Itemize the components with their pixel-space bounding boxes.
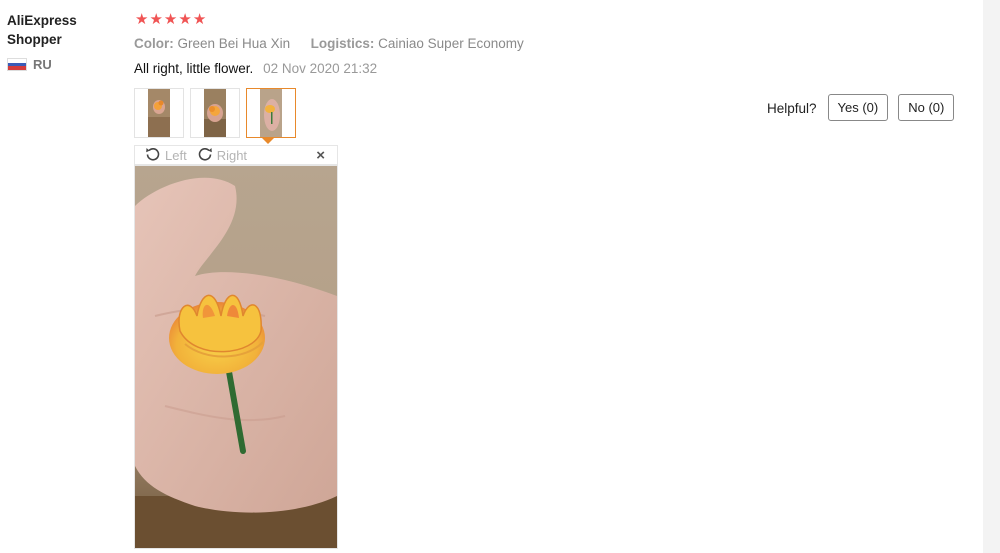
rotate-right-label: Right [216,147,248,163]
rotate-left-button[interactable]: Left [145,146,187,165]
close-viewer-button[interactable]: × [316,147,325,164]
helpful-label: Helpful? [767,101,817,116]
attr-value-color: Green Bei Hua Xin [177,36,291,51]
review-content: All right, little flower. 02 Nov 2020 21… [134,61,377,76]
rotate-left-icon [145,146,161,165]
helpful-yes-button[interactable]: Yes (0) [827,94,889,121]
review-thumbnail[interactable] [190,88,240,138]
helpful-no-button[interactable]: No (0) [898,94,955,121]
rotate-left-label: Left [165,147,187,163]
buyer-country: RU [7,57,52,72]
star-icon: ★ [178,11,192,28]
star-icon: ★ [135,11,149,28]
rating-stars: ★ ★ ★ ★ ★ [135,11,206,29]
rotate-right-button[interactable]: Right [197,146,247,165]
scrollbar-track[interactable] [983,0,1000,553]
flower-in-hand-photo [135,166,337,548]
star-icon: ★ [192,11,207,28]
review-attributes: Color: Green Bei Hua Xin Logistics: Cain… [134,36,524,51]
attr-value-logistics: Cainiao Super Economy [378,36,524,51]
review-thumbnails [134,88,296,138]
attr-label-logistics: Logistics: [310,36,375,51]
attr-label-color: Color: [134,36,174,51]
star-icon: ★ [149,11,163,28]
active-thumbnail-pointer [262,138,274,144]
review-thumbnail-selected[interactable] [246,88,296,138]
review-thumbnail[interactable] [134,88,184,138]
helpful-section: Helpful? Yes (0) No (0) [767,94,955,121]
review-photo-large [134,165,338,549]
russia-flag-icon [7,58,27,71]
star-icon: ★ [163,11,178,28]
rotate-right-icon [197,146,213,165]
review-text: All right, little flower. [134,61,254,76]
review-date: 02 Nov 2020 21:32 [263,61,378,76]
image-viewer-toolbar: Left Right × [134,145,338,165]
country-code: RU [33,57,52,72]
buyer-name: AliExpress Shopper [7,13,77,47]
